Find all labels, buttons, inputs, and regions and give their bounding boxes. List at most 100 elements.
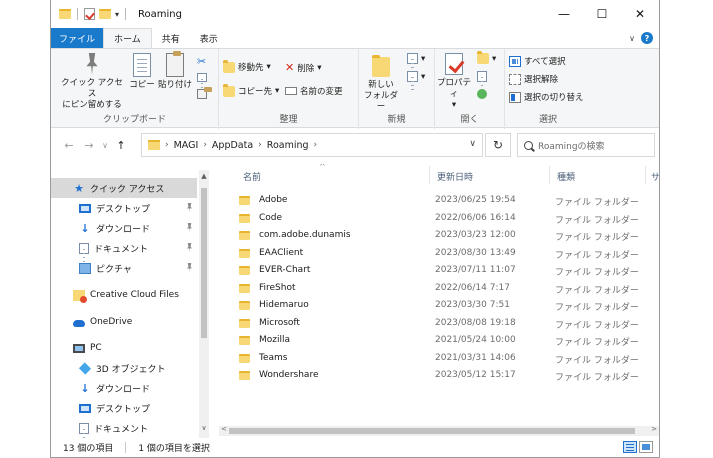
copy-path-button[interactable] [197, 73, 207, 82]
nav-pane-scroll-thumb[interactable] [201, 188, 207, 338]
nav-3d-objects[interactable]: 3D オブジェクト [51, 358, 197, 378]
select-all-button[interactable]: すべて選択 [509, 55, 566, 67]
column-divider[interactable] [645, 166, 646, 184]
new-item-button[interactable]: ▾ [407, 53, 425, 64]
breadcrumb-roaming[interactable]: Roaming [267, 140, 309, 151]
help-icon[interactable]: ? [641, 32, 653, 44]
easy-access-button[interactable]: ▾ [407, 71, 425, 82]
pin-to-quick-access-button[interactable]: クイック アクセス にピン留めする [57, 53, 127, 111]
file-name[interactable]: Hidemaruo [259, 300, 309, 310]
nav-pc-downloads[interactable]: ↓ ダウンロード [51, 378, 197, 398]
file-name[interactable]: Mozilla [259, 335, 290, 345]
expand-ribbon-chevron-icon[interactable]: ∨ [629, 34, 635, 43]
paste-button[interactable]: 貼り付け [157, 51, 193, 91]
copy-button[interactable]: コピー [127, 53, 157, 91]
table-row[interactable]: EVER-Chart 2023/07/11 11:07 ファイル フォルダー [219, 262, 639, 279]
file-name[interactable]: Code [259, 213, 282, 223]
table-row[interactable]: Wondershare 2023/05/12 15:17 ファイル フォルダー [219, 367, 639, 384]
breadcrumb-appdata[interactable]: AppData [212, 140, 253, 151]
breadcrumb-separator-icon[interactable]: › [165, 140, 169, 150]
open-button[interactable]: ▾ [477, 51, 496, 64]
column-type[interactable]: 種類 [557, 170, 575, 183]
file-name[interactable]: Microsoft [259, 318, 300, 328]
close-button[interactable]: ✕ [621, 0, 659, 28]
table-row[interactable]: Microsoft 2023/08/08 19:18 ファイル フォルダー [219, 315, 639, 332]
nav-pane-scrollbar[interactable]: ▲ ∨ [199, 170, 209, 438]
table-row[interactable]: Hidemaruo 2023/03/30 7:51 ファイル フォルダー [219, 297, 639, 314]
table-row[interactable]: EAAClient 2023/08/30 13:49 ファイル フォルダー [219, 245, 639, 262]
tab-file[interactable]: ファイル [51, 28, 104, 48]
nav-pictures[interactable]: ピクチャ [51, 258, 197, 278]
customize-toolbar-chevron-icon[interactable]: ▾ [115, 10, 119, 19]
move-to-button[interactable]: 移動先 ▾ [223, 59, 271, 73]
column-divider[interactable] [429, 166, 430, 184]
file-name[interactable]: EAAClient [259, 248, 303, 258]
nav-pc-documents[interactable]: ドキュメント [51, 418, 197, 438]
refresh-button[interactable]: ↻ [485, 133, 511, 157]
horizontal-scroll-thumb[interactable] [229, 428, 635, 434]
edit-button[interactable] [477, 71, 487, 82]
file-list-horizontal-scrollbar[interactable]: < > [219, 425, 659, 436]
table-row[interactable]: FireShot 2022/06/14 7:17 ファイル フォルダー [219, 280, 639, 297]
address-history-chevron-icon[interactable]: ∨ [469, 139, 476, 149]
file-name[interactable]: Teams [259, 353, 287, 363]
file-name[interactable]: FireShot [259, 283, 296, 293]
copy-label: コピー [129, 80, 155, 90]
details-view-icon[interactable] [623, 441, 637, 453]
scroll-right-icon[interactable]: > [651, 425, 657, 433]
history-button[interactable] [477, 89, 487, 99]
file-name[interactable]: EVER-Chart [259, 265, 310, 275]
nav-downloads[interactable]: ↓ ダウンロード [51, 218, 197, 238]
nav-desktop[interactable]: デスクトップ [51, 198, 197, 218]
nav-creative-cloud[interactable]: Creative Cloud Files [51, 285, 197, 305]
table-row[interactable]: com.adobe.dunamis 2023/03/23 12:00 ファイル フォ… [219, 227, 639, 244]
invert-selection-button[interactable]: 選択の切り替え [509, 91, 584, 103]
up-arrow-icon[interactable]: ↑ [111, 139, 131, 152]
cut-button[interactable]: ✂ [197, 55, 206, 68]
paste-shortcut-button[interactable] [197, 87, 212, 99]
back-arrow-icon[interactable]: ← [59, 139, 79, 152]
delete-button[interactable]: ✕ 削除 ▾ [285, 61, 322, 74]
breadcrumb-separator-icon[interactable]: › [314, 140, 318, 150]
forward-arrow-icon[interactable]: → [79, 139, 99, 152]
table-row[interactable]: Teams 2021/03/31 14:06 ファイル フォルダー [219, 350, 639, 367]
scroll-up-icon[interactable]: ▲ [199, 172, 209, 180]
tab-view[interactable]: 表示 [190, 28, 228, 48]
search-input[interactable]: Roamingの検索 [517, 133, 655, 157]
file-name[interactable]: Adobe [259, 195, 287, 205]
file-date: 2023/08/08 19:18 [435, 317, 516, 328]
recent-locations-chevron-icon[interactable]: ∨ [99, 141, 111, 150]
breadcrumb-separator-icon[interactable]: › [258, 140, 262, 150]
column-name[interactable]: 名前 [243, 170, 261, 183]
breadcrumb-magi[interactable]: MAGI [174, 140, 199, 151]
breadcrumb-separator-icon[interactable]: › [203, 140, 207, 150]
nav-quick-access[interactable]: ★ クイック アクセス [51, 178, 197, 198]
rename-button[interactable]: 名前の変更 [285, 85, 343, 97]
new-folder-button[interactable]: 新しい フォルダー [361, 53, 401, 113]
address-bar[interactable]: › MAGI › AppData › Roaming › ∨ [141, 133, 483, 157]
copy-to-button[interactable]: コピー先 ▾ [223, 83, 279, 97]
tab-home[interactable]: ホーム [103, 28, 152, 48]
scroll-left-icon[interactable]: < [221, 425, 227, 433]
properties-button[interactable]: プロパティ ▾ [435, 53, 473, 111]
file-name[interactable]: Wondershare [259, 370, 318, 380]
nav-documents[interactable]: ドキュメント [51, 238, 197, 258]
maximize-button[interactable]: ☐ [583, 0, 621, 28]
select-none-button[interactable]: 選択解除 [509, 73, 558, 85]
scroll-down-icon[interactable]: ∨ [199, 424, 209, 432]
new-folder-icon[interactable] [99, 9, 111, 19]
properties-icon[interactable] [84, 8, 95, 20]
file-name[interactable]: com.adobe.dunamis [259, 230, 351, 240]
nav-pc[interactable]: PC [51, 338, 197, 358]
table-row[interactable]: Code 2022/06/06 16:14 ファイル フォルダー [219, 210, 639, 227]
minimize-button[interactable]: — [545, 0, 583, 28]
large-icons-view-icon[interactable] [639, 441, 653, 453]
table-row[interactable]: Mozilla 2021/05/24 10:00 ファイル フォルダー [219, 332, 639, 349]
column-size[interactable]: サ [651, 170, 659, 183]
column-date[interactable]: 更新日時 [437, 170, 473, 183]
table-row[interactable]: Adobe 2023/06/25 19:54 ファイル フォルダー [219, 192, 639, 209]
tab-share[interactable]: 共有 [152, 28, 190, 48]
nav-pc-desktop[interactable]: デスクトップ [51, 398, 197, 418]
column-divider[interactable] [549, 166, 550, 184]
nav-onedrive[interactable]: OneDrive [51, 312, 197, 332]
